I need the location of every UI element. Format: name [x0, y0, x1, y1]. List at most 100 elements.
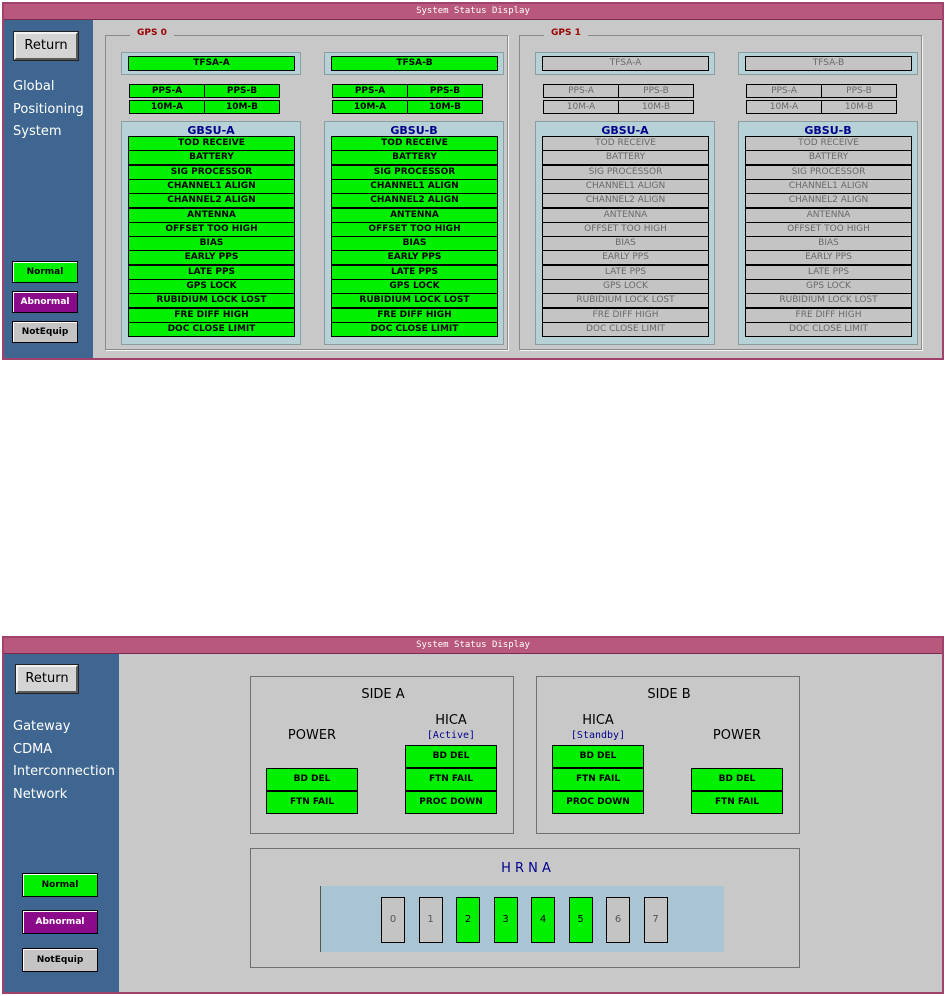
10m-b-status[interactable]: 10M-B — [407, 100, 483, 114]
alarm-status[interactable]: ANTENNA — [745, 207, 912, 223]
alarm-status[interactable]: FRE DIFF HIGH — [331, 307, 498, 323]
alarm-status[interactable]: FRE DIFF HIGH — [745, 307, 912, 323]
hrna-slot-2[interactable]: 2 — [456, 897, 480, 943]
hrna-panel: H R N A 01234567 — [250, 848, 800, 968]
alarm-status[interactable]: CHANNEL2 ALIGN — [331, 193, 498, 209]
alarm-status[interactable]: SIG PROCESSOR — [542, 164, 709, 180]
alarm-status[interactable]: BIAS — [331, 236, 498, 252]
alarm-status[interactable]: CHANNEL2 ALIGN — [542, 193, 709, 209]
hrna-slot-5[interactable]: 5 — [568, 897, 593, 943]
10m-a-status[interactable]: 10M-A — [332, 100, 408, 114]
alarm-status[interactable]: LATE PPS — [542, 264, 709, 280]
alarm-status[interactable]: RUBIDIUM LOCK LOST — [745, 293, 912, 309]
alarm-status[interactable]: CHANNEL1 ALIGN — [128, 178, 295, 194]
alarm-status[interactable]: FRE DIFF HIGH — [128, 307, 295, 323]
pps-b-status[interactable]: PPS-B — [407, 84, 483, 98]
alarm-status[interactable]: CHANNEL2 ALIGN — [128, 193, 295, 209]
pps-b-status[interactable]: PPS-B — [618, 84, 694, 98]
hica-title: HICA — [582, 713, 614, 728]
alarm-status[interactable]: BATTERY — [331, 150, 498, 166]
hica-bd-del[interactable]: BD DEL — [552, 745, 644, 768]
10m-b-status[interactable]: 10M-B — [618, 100, 694, 114]
10m-a-status[interactable]: 10M-A — [746, 100, 822, 114]
pps-a-status[interactable]: PPS-A — [543, 84, 619, 98]
pps-b-status[interactable]: PPS-B — [821, 84, 897, 98]
alarm-status[interactable]: SIG PROCESSOR — [331, 164, 498, 180]
power-bd-del[interactable]: BD DEL — [266, 768, 358, 791]
alarm-status[interactable]: BATTERY — [745, 150, 912, 166]
hrna-slot-1[interactable]: 1 — [418, 897, 443, 943]
tfsa-status[interactable]: TFSA-B — [331, 56, 498, 71]
pps-a-status[interactable]: PPS-A — [746, 84, 822, 98]
alarm-status[interactable]: BATTERY — [128, 150, 295, 166]
return-button[interactable]: Return — [16, 665, 78, 693]
alarm-status[interactable]: DOC CLOSE LIMIT — [745, 321, 912, 337]
alarm-status[interactable]: ANTENNA — [331, 207, 498, 223]
alarm-status[interactable]: RUBIDIUM LOCK LOST — [331, 293, 498, 309]
alarm-status[interactable]: FRE DIFF HIGH — [542, 307, 709, 323]
alarm-status[interactable]: RUBIDIUM LOCK LOST — [128, 293, 295, 309]
alarm-status[interactable]: CHANNEL1 ALIGN — [331, 178, 498, 194]
hica-ftn-fail[interactable]: FTN FAIL — [552, 768, 644, 791]
alarm-status[interactable]: LATE PPS — [128, 264, 295, 280]
hrna-slot-4[interactable]: 4 — [531, 897, 555, 943]
alarm-status[interactable]: RUBIDIUM LOCK LOST — [542, 293, 709, 309]
alarm-status[interactable]: GPS LOCK — [745, 279, 912, 294]
alarm-status[interactable]: TOD RECEIVE — [128, 136, 295, 151]
alarm-status[interactable]: LATE PPS — [745, 264, 912, 280]
alarm-status[interactable]: BIAS — [542, 236, 709, 252]
10m-b-status[interactable]: 10M-B — [204, 100, 280, 114]
10m-b-status[interactable]: 10M-B — [821, 100, 897, 114]
tfsa-status[interactable]: TFSA-B — [745, 56, 912, 71]
alarm-status[interactable]: CHANNEL2 ALIGN — [745, 193, 912, 209]
alarm-status[interactable]: GPS LOCK — [542, 279, 709, 294]
alarm-status[interactable]: SIG PROCESSOR — [745, 164, 912, 180]
alarm-status[interactable]: OFFSET TOO HIGH — [128, 221, 295, 237]
alarm-status[interactable]: BATTERY — [542, 150, 709, 166]
hrna-slot-0[interactable]: 0 — [381, 897, 405, 943]
pps-a-status[interactable]: PPS-A — [129, 84, 205, 98]
alarm-status[interactable]: CHANNEL1 ALIGN — [542, 178, 709, 194]
alarm-status[interactable]: OFFSET TOO HIGH — [542, 221, 709, 237]
10m-a-status[interactable]: 10M-A — [129, 100, 205, 114]
alarm-status[interactable]: CHANNEL1 ALIGN — [745, 178, 912, 194]
hica-bd-del[interactable]: BD DEL — [405, 745, 497, 768]
alarm-status[interactable]: TOD RECEIVE — [745, 136, 912, 151]
10m-a-status[interactable]: 10M-A — [543, 100, 619, 114]
alarm-status[interactable]: OFFSET TOO HIGH — [745, 221, 912, 237]
power-ftn-fail[interactable]: FTN FAIL — [266, 791, 358, 814]
alarm-status[interactable]: BIAS — [128, 236, 295, 252]
alarm-status[interactable]: ANTENNA — [128, 207, 295, 223]
power-ftn-fail[interactable]: FTN FAIL — [691, 791, 783, 814]
power-bd-del[interactable]: BD DEL — [691, 768, 783, 791]
hica-ftn-fail[interactable]: FTN FAIL — [405, 768, 497, 791]
alarm-status[interactable]: EARLY PPS — [542, 250, 709, 266]
alarm-status[interactable]: DOC CLOSE LIMIT — [542, 321, 709, 337]
alarm-status[interactable]: EARLY PPS — [128, 250, 295, 266]
return-button[interactable]: Return — [14, 32, 78, 60]
sidebar-title-line: System — [13, 124, 62, 139]
alarm-status[interactable]: GPS LOCK — [331, 279, 498, 294]
alarm-status[interactable]: DOC CLOSE LIMIT — [331, 321, 498, 337]
hica-proc-down[interactable]: PROC DOWN — [552, 791, 644, 814]
hrna-slot-6[interactable]: 6 — [606, 897, 630, 943]
tfsa-status[interactable]: TFSA-A — [542, 56, 709, 71]
alarm-status[interactable]: GPS LOCK — [128, 279, 295, 294]
alarm-status[interactable]: ANTENNA — [542, 207, 709, 223]
hica-proc-down[interactable]: PROC DOWN — [405, 791, 497, 814]
alarm-status[interactable]: TOD RECEIVE — [542, 136, 709, 151]
alarm-status[interactable]: DOC CLOSE LIMIT — [128, 321, 295, 337]
side-b-panel: SIDE B HICA [Standby] POWER BD DEL FTN F… — [536, 676, 800, 834]
tfsa-status[interactable]: TFSA-A — [128, 56, 295, 71]
alarm-status[interactable]: EARLY PPS — [331, 250, 498, 266]
alarm-status[interactable]: EARLY PPS — [745, 250, 912, 266]
alarm-status[interactable]: TOD RECEIVE — [331, 136, 498, 151]
pps-a-status[interactable]: PPS-A — [332, 84, 408, 98]
alarm-status[interactable]: LATE PPS — [331, 264, 498, 280]
hrna-slot-7[interactable]: 7 — [643, 897, 668, 943]
alarm-status[interactable]: BIAS — [745, 236, 912, 252]
alarm-status[interactable]: SIG PROCESSOR — [128, 164, 295, 180]
hrna-slot-3[interactable]: 3 — [493, 897, 518, 943]
pps-b-status[interactable]: PPS-B — [204, 84, 280, 98]
alarm-status[interactable]: OFFSET TOO HIGH — [331, 221, 498, 237]
